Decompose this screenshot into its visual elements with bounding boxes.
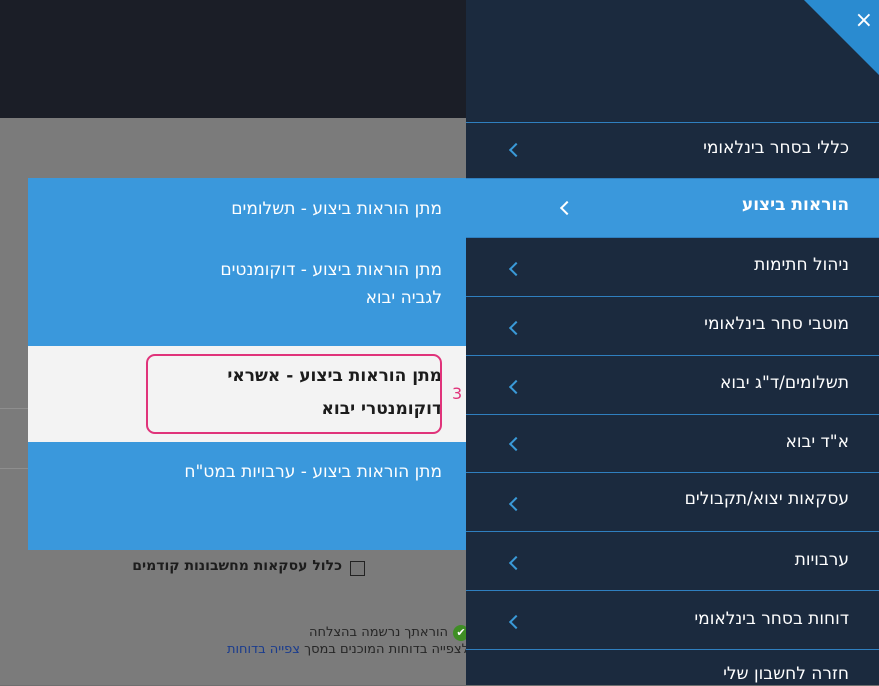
chevron-left-icon bbox=[508, 379, 524, 395]
dark-header-bar bbox=[0, 0, 470, 118]
menu-item-label: כללי בסחר בינלאומי bbox=[703, 138, 849, 158]
chevron-left-icon bbox=[508, 320, 524, 336]
chevron-left-icon bbox=[508, 555, 524, 571]
include-previous-accounts-checkbox[interactable] bbox=[350, 561, 365, 576]
success-message-block: ✔הוראתך נרשמה בהצלחה לצפייה בדוחות המוכנ… bbox=[139, 624, 469, 658]
annotation-number: 3 bbox=[452, 384, 463, 403]
menu-item-label: דוחות בסחר בינלאומי bbox=[694, 609, 849, 629]
chevron-left-icon bbox=[559, 200, 575, 216]
submenu-flyout: מתן הוראות ביצוע - תשלומים מתן הוראות בי… bbox=[28, 178, 466, 550]
include-previous-accounts-row: כלול עסקאות מחשבונות קודמים bbox=[0, 548, 470, 578]
menu-item-execution-instructions[interactable]: הוראות ביצוע bbox=[466, 178, 879, 237]
menu-item-label: א"ד יבוא bbox=[785, 432, 850, 452]
chevron-left-icon bbox=[508, 614, 524, 630]
chevron-left-icon bbox=[508, 142, 524, 158]
success-message: הוראתך נרשמה בהצלחה bbox=[308, 625, 448, 640]
close-icon[interactable]: × bbox=[855, 10, 873, 32]
submenu-item-label: מתן הוראות ביצוע - תשלומים bbox=[231, 199, 442, 219]
chevron-left-icon bbox=[508, 496, 524, 512]
submenu-item-payments[interactable]: מתן הוראות ביצוע - תשלומים bbox=[28, 178, 466, 240]
view-reports-link[interactable]: צפייה בדוחות bbox=[227, 642, 300, 657]
menu-item-label: מוטבי סחר בינלאומי bbox=[704, 314, 849, 334]
submenu-item-label: מתן הוראות ביצוע - ערבויות במט"ח bbox=[184, 462, 442, 482]
menu-item-export-deals[interactable]: עסקאות יצוא/תקבולים bbox=[466, 472, 879, 531]
menu-item-beneficiaries[interactable]: מוטבי סחר בינלאומי bbox=[466, 296, 879, 355]
menu-item-label: ערבויות bbox=[794, 550, 849, 570]
include-previous-accounts-label: כלול עסקאות מחשבונות קודמים bbox=[132, 558, 342, 574]
menu-item-label: תשלומים/ד"ג יבוא bbox=[719, 373, 849, 393]
menu-item-label: חזרה לחשבון שלי bbox=[723, 664, 849, 684]
menu-item-import-payments[interactable]: תשלומים/ד"ג יבוא bbox=[466, 355, 879, 414]
menu-item-reports[interactable]: דוחות בסחר בינלאומי bbox=[466, 590, 879, 649]
side-menu-panel: × כללי בסחר בינלאומי הוראות ביצוע ניהול … bbox=[466, 0, 879, 685]
submenu-item-import-collections[interactable]: מתן הוראות ביצוע - דוקומנטים לגביה יבוא bbox=[28, 240, 466, 346]
menu-item-signatures[interactable]: ניהול חתימות bbox=[466, 237, 879, 296]
chevron-left-icon bbox=[508, 261, 524, 277]
menu-item-import-dc[interactable]: א"ד יבוא bbox=[466, 414, 879, 472]
menu-item-label: הוראות ביצוע bbox=[741, 195, 849, 215]
highlight-box bbox=[146, 354, 442, 434]
menu-item-general-trade[interactable]: כללי בסחר בינלאומי bbox=[466, 122, 879, 178]
menu-item-back-to-account[interactable]: חזרה לחשבון שלי bbox=[466, 649, 879, 686]
menu-item-guarantees[interactable]: ערבויות bbox=[466, 531, 879, 590]
chevron-left-icon bbox=[508, 436, 524, 452]
reports-prefix-text: לצפייה בדוחות המוכנים במסך bbox=[304, 642, 469, 657]
menu-item-label: ניהול חתימות bbox=[754, 255, 849, 275]
submenu-item-label: מתן הוראות ביצוע - דוקומנטים לגביה יבוא bbox=[220, 260, 442, 308]
menu-item-label: עסקאות יצוא/תקבולים bbox=[684, 489, 849, 509]
submenu-item-guarantees[interactable]: מתן הוראות ביצוע - ערבויות במט"ח bbox=[28, 442, 466, 550]
